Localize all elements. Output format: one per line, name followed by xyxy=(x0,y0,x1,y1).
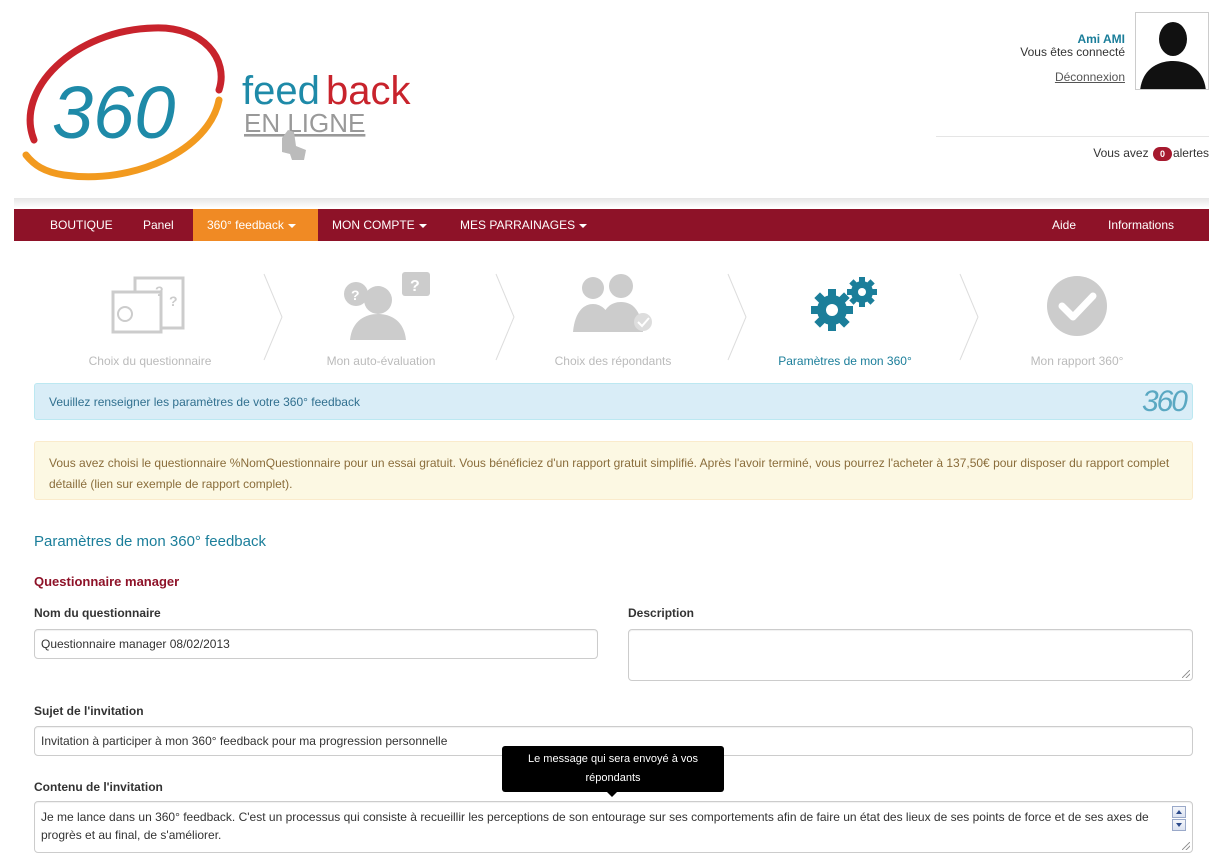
invitation-content-value: Je me lance dans un 360° feedback. C'est… xyxy=(41,810,1149,842)
scroll-down-icon[interactable] xyxy=(1172,819,1186,831)
alerts-suffix: alertes xyxy=(1172,146,1209,160)
navbar-shadow xyxy=(14,198,1209,208)
step-label: Mon auto-évaluation xyxy=(326,354,436,368)
scroll-up-icon[interactable] xyxy=(1172,806,1186,818)
nav-360-feedback[interactable]: 360° feedback xyxy=(193,209,318,241)
questionnaire-name-input[interactable]: Questionnaire manager 08/02/2013 xyxy=(34,629,598,659)
name-label: Nom du questionnaire xyxy=(34,606,161,620)
step-choix-repondants[interactable]: Choix des répondants xyxy=(503,270,723,370)
invitation-tooltip: Le message qui sera envoyé à vos réponda… xyxy=(502,746,724,797)
svg-text:?: ? xyxy=(410,278,420,295)
step-label: Paramètres de mon 360° xyxy=(778,354,912,368)
info-alert-text: Veuillez renseigner les paramètres de vo… xyxy=(49,395,360,409)
user-panel: Ami AMI Vous êtes connecté Déconnexion xyxy=(929,12,1209,92)
step-label: Mon rapport 360° xyxy=(1030,354,1124,368)
step-parametres[interactable]: Paramètres de mon 360° xyxy=(735,270,955,370)
subject-label: Sujet de l'invitation xyxy=(34,704,144,718)
nav-mes-parrainages[interactable]: MES PARRAINAGES xyxy=(446,209,601,241)
step-label: Choix des répondants xyxy=(554,354,672,368)
alerts-count-badge[interactable]: 0 xyxy=(1152,147,1172,161)
nav-informations[interactable]: Informations xyxy=(1094,209,1188,241)
respondents-icon xyxy=(573,274,652,332)
invitation-content-textarea[interactable]: Je me lance dans un 360° feedback. C'est… xyxy=(34,801,1193,853)
nav-aide[interactable]: Aide xyxy=(1038,209,1090,241)
checkmark-icon xyxy=(1047,276,1107,336)
invitation-subject-value: Invitation à participer à mon 360° feedb… xyxy=(41,734,448,748)
logo-feed: feed xyxy=(242,69,320,113)
questionnaire-icon: ? ? xyxy=(111,276,185,334)
info-alert-360-badge: 360 xyxy=(1141,385,1188,418)
gears-icon xyxy=(811,277,877,331)
step-choix-questionnaire[interactable]: ? ? Choix du questionnaire xyxy=(40,270,260,370)
logout-link[interactable]: Déconnexion xyxy=(1055,70,1125,84)
header-divider xyxy=(936,136,1209,137)
warning-alert-text: Vous avez choisi le questionnaire %NomQu… xyxy=(49,456,1170,491)
step-rapport[interactable]: Mon rapport 360° xyxy=(967,270,1187,370)
description-textarea[interactable] xyxy=(628,629,1193,681)
avatar[interactable] xyxy=(1135,12,1209,90)
warning-alert: Vous avez choisi le questionnaire %NomQu… xyxy=(34,441,1193,500)
user-name: Ami AMI xyxy=(1077,32,1125,46)
subsection-title: Questionnaire manager xyxy=(34,574,180,589)
nav-boutique[interactable]: BOUTIQUE xyxy=(36,209,127,241)
main-navbar: BOUTIQUE Panel 360° feedback MON COMPTE … xyxy=(14,209,1209,241)
resize-handle-icon[interactable] xyxy=(1182,670,1190,678)
nav-mon-compte[interactable]: MON COMPTE xyxy=(318,209,441,241)
alerts-indicator[interactable]: Vous avez 0 alertes xyxy=(1093,146,1209,161)
section-title: Paramètres de mon 360° feedback xyxy=(34,533,266,550)
tooltip-text: Le message qui sera envoyé à vos réponda… xyxy=(528,753,698,784)
nav-panel[interactable]: Panel xyxy=(129,209,188,241)
step-auto-evaluation[interactable]: ? ? Mon auto-évaluation xyxy=(271,270,491,370)
self-evaluation-icon: ? ? xyxy=(344,272,430,340)
content-label: Contenu de l'invitation xyxy=(34,780,163,794)
alerts-prefix: Vous avez xyxy=(1093,146,1149,160)
user-silhouette-icon xyxy=(1136,13,1208,89)
svg-text:?: ? xyxy=(169,293,178,309)
questionnaire-name-value: Questionnaire manager 08/02/2013 xyxy=(41,637,230,651)
chevron-down-icon xyxy=(579,223,588,228)
resize-handle-icon[interactable] xyxy=(1182,842,1190,850)
site-logo[interactable]: 360 feed back EN LIGNE xyxy=(14,20,454,195)
logo-back: back xyxy=(326,69,411,113)
chevron-down-icon xyxy=(287,223,296,228)
logo-tagline: EN LIGNE xyxy=(244,108,365,138)
user-status: Vous êtes connecté xyxy=(1020,45,1125,59)
logo-360: 360 xyxy=(52,71,175,154)
svg-text:?: ? xyxy=(155,283,164,299)
info-alert: Veuillez renseigner les paramètres de vo… xyxy=(34,383,1193,420)
chevron-down-icon xyxy=(418,223,427,228)
svg-text:?: ? xyxy=(351,287,360,303)
step-label: Choix du questionnaire xyxy=(88,354,212,368)
textarea-scrollbar[interactable] xyxy=(1172,806,1186,832)
description-label: Description xyxy=(628,606,695,620)
